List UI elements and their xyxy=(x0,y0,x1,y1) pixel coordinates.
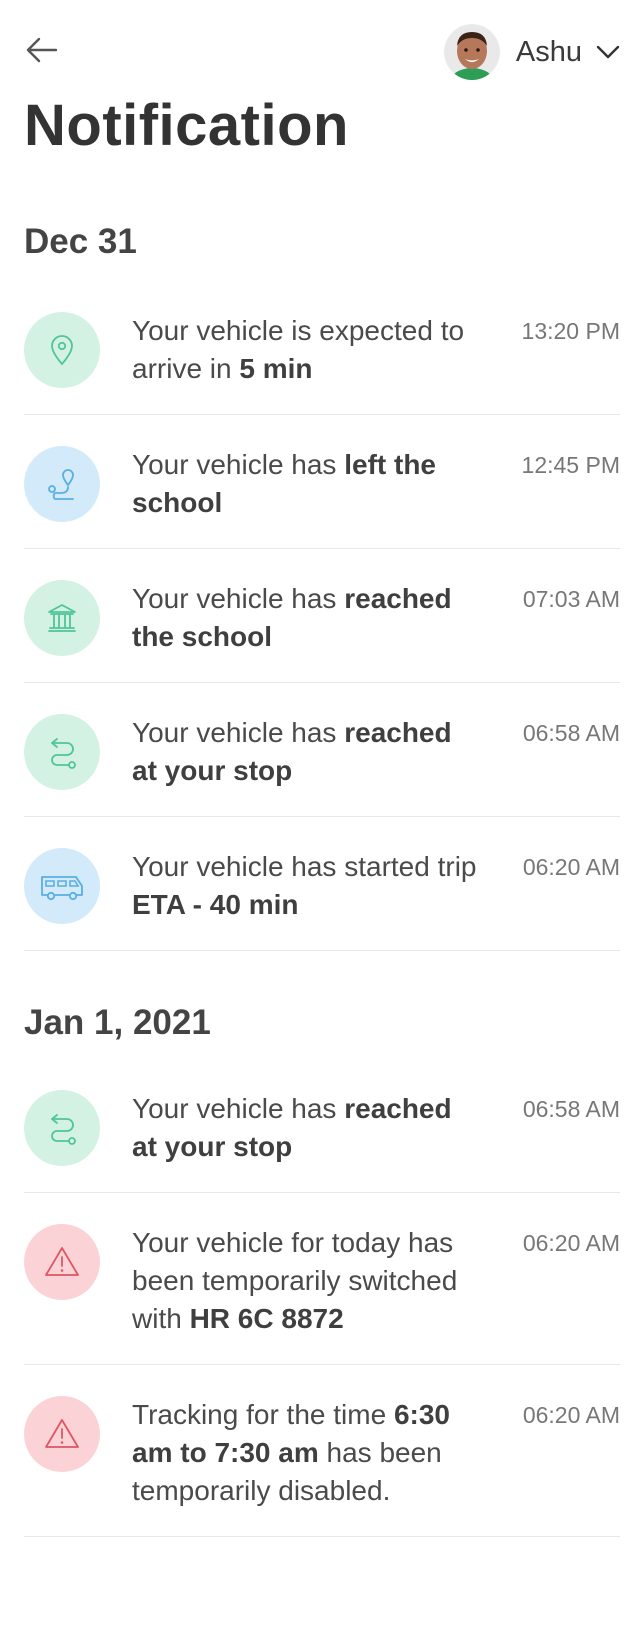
notification-item[interactable]: Your vehicle has started trip ETA - 40 m… xyxy=(24,832,620,951)
section-date: Dec 31 xyxy=(24,222,137,261)
van-icon xyxy=(24,848,100,924)
page-title: Notification xyxy=(24,93,349,158)
user-name: Ashu xyxy=(515,35,582,68)
notification-message: Your vehicle has reached at your stop xyxy=(132,1093,452,1162)
notification-item[interactable]: Your vehicle has left the school 12:45 P… xyxy=(24,430,620,549)
route-icon xyxy=(24,446,100,522)
notification-time: 12:45 PM xyxy=(521,452,620,478)
section-date: Jan 1, 2021 xyxy=(24,1003,211,1042)
notification-item[interactable]: Your vehicle for today has been temporar… xyxy=(24,1208,620,1365)
notification-time: 06:20 AM xyxy=(522,1402,620,1428)
warning-icon xyxy=(24,1224,100,1300)
notification-time: 13:20 PM xyxy=(521,318,620,344)
user-switcher[interactable]: Ashu xyxy=(443,24,620,80)
warning-icon xyxy=(24,1396,100,1472)
location-pin-icon xyxy=(24,312,100,388)
notification-time: 06:58 AM xyxy=(522,1096,620,1122)
notification-item[interactable]: Your vehicle is expected to arrive in 5 … xyxy=(24,296,620,415)
notification-message: Your vehicle has reached at your stop xyxy=(132,717,452,786)
notification-message: Your vehicle for today has been temporar… xyxy=(132,1227,458,1334)
back-button[interactable] xyxy=(22,30,62,70)
chevron-down-icon xyxy=(596,45,620,59)
notification-message: Your vehicle has reached the school xyxy=(132,583,452,652)
notification-item[interactable]: Your vehicle has reached the school 07:0… xyxy=(24,564,620,683)
notification-time: 06:20 AM xyxy=(522,854,620,880)
notification-time: 06:58 AM xyxy=(522,720,620,746)
notification-item[interactable]: Your vehicle has reached at your stop 06… xyxy=(24,1074,620,1193)
top-bar: Ashu xyxy=(0,0,640,100)
notification-item[interactable]: Tracking for the time 6:30 am to 7:30 am… xyxy=(24,1380,620,1537)
notification-message: Your vehicle is expected to arrive in 5 … xyxy=(132,315,465,384)
avatar xyxy=(443,24,500,80)
school-building-icon xyxy=(24,580,100,656)
notification-time: 07:03 AM xyxy=(522,586,620,612)
stop-route-icon xyxy=(24,714,100,790)
back-arrow-icon xyxy=(26,37,58,63)
notification-item[interactable]: Your vehicle has reached at your stop 06… xyxy=(24,698,620,817)
notification-message: Your vehicle has started trip ETA - 40 m… xyxy=(132,851,477,920)
stop-route-icon xyxy=(24,1090,100,1166)
notification-message: Your vehicle has left the school xyxy=(132,449,436,518)
notification-message: Tracking for the time 6:30 am to 7:30 am… xyxy=(132,1399,450,1506)
notification-time: 06:20 AM xyxy=(522,1230,620,1256)
